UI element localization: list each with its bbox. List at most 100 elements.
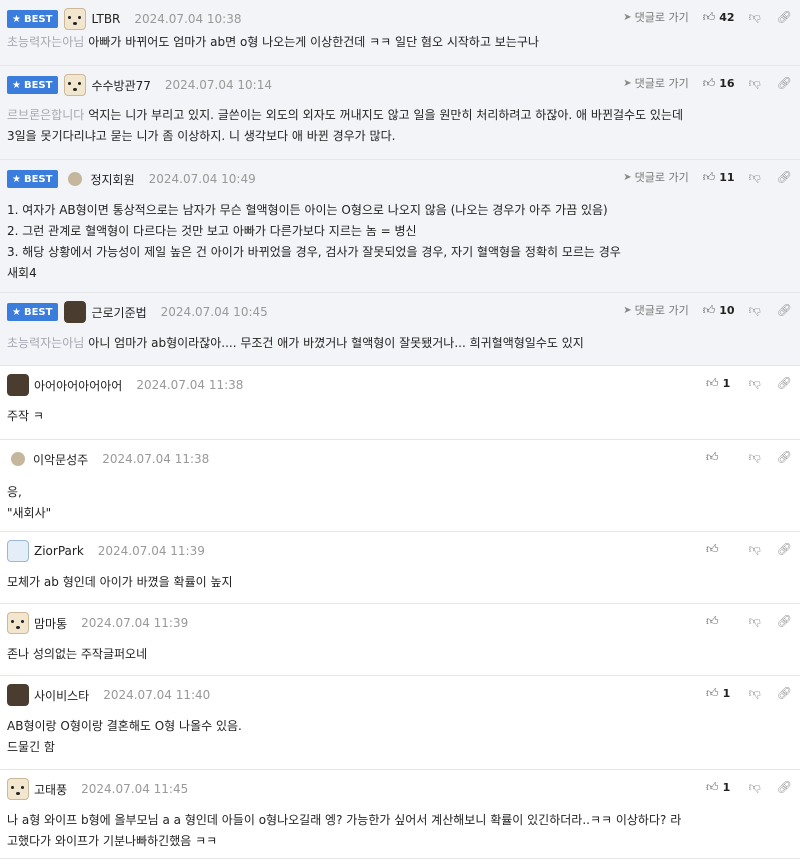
comment-header: 사이비스타 2024.07.04 11:40 bbox=[7, 684, 210, 706]
comment-line: 초능력자는아님 아니 엄마가 ab형이라잖아.... 무조건 애가 바꼈거나 혈액… bbox=[7, 333, 584, 354]
reply-target[interactable]: 르브론은합니다 bbox=[7, 108, 84, 122]
comment-line: 초능력자는아님 아빠가 바뀌어도 엄마가 ab면 o형 나오는게 이상한건데 ㅋㅋ… bbox=[7, 32, 539, 53]
comment-line: AB형이랑 O형이랑 결혼해도 O형 나올수 있음. bbox=[7, 716, 242, 737]
upvote-button[interactable]: 👍︎ 1 bbox=[706, 376, 735, 391]
thumb-down-icon[interactable]: 👎︎ bbox=[749, 450, 761, 465]
comment-item: 아어아어아어아어 2024.07.04 11:38 👍︎ 1 👎︎ 🔗︎ 주작 ㅋ bbox=[0, 366, 800, 440]
comment-line: 3. 해당 상황에서 가능성이 제일 높은 건 아이가 바뀌었을 경우, 검사가… bbox=[7, 242, 621, 263]
comment-line: 응, bbox=[7, 482, 51, 503]
comment-actions: 👍︎ 👎︎ 🔗︎ bbox=[706, 448, 792, 466]
nickname[interactable]: LTBR bbox=[91, 12, 120, 26]
avatar[interactable] bbox=[64, 8, 87, 30]
reply-target[interactable]: 초능력자는아님 bbox=[7, 35, 84, 49]
comment-actions: ➤ 댓글로 가기 👍︎ 11 👎︎ 🔗︎ bbox=[623, 168, 792, 186]
nickname[interactable]: 고태풍 bbox=[34, 781, 67, 798]
thumb-up-icon: 👍︎ bbox=[706, 541, 719, 556]
comment-text: 아니 엄마가 ab형이라잖아.... 무조건 애가 바꼈거나 혈액형이 잘못됐거… bbox=[88, 336, 584, 350]
comment-header: ZiorPark 2024.07.04 11:39 bbox=[7, 540, 205, 562]
comment-list: ★ BEST LTBR 2024.07.04 10:38 ➤ 댓글로 가기 👍︎ 42 👎︎ 🔗︎… bbox=[0, 0, 800, 859]
avatar[interactable] bbox=[11, 452, 25, 466]
arrow-icon: ➤ bbox=[623, 11, 632, 23]
comment-actions: 👍︎ 1 👎︎ 🔗︎ bbox=[706, 778, 792, 796]
comment-actions: ➤ 댓글로 가기 👍︎ 10 👎︎ 🔗︎ bbox=[623, 301, 792, 319]
upvote-count: 1 bbox=[722, 376, 731, 390]
link-icon[interactable]: 🔗︎ bbox=[777, 303, 792, 317]
nickname[interactable]: 수수방관77 bbox=[91, 77, 150, 94]
comment-item: 이악문성주 2024.07.04 11:38 👍︎ 👎︎ 🔗︎ 응, "새회사" bbox=[0, 440, 800, 532]
upvote-button[interactable]: 👍︎ 1 bbox=[706, 686, 735, 701]
best-badge: ★ BEST bbox=[7, 10, 59, 28]
avatar[interactable] bbox=[64, 301, 87, 323]
comment-body: 초능력자는아님 아빠가 바뀌어도 엄마가 ab면 o형 나오는게 이상한건데 ㅋㅋ… bbox=[7, 32, 539, 53]
thumb-down-icon[interactable]: 👎︎ bbox=[749, 170, 761, 185]
link-icon[interactable]: 🔗︎ bbox=[777, 170, 792, 184]
link-icon[interactable]: 🔗︎ bbox=[777, 614, 792, 628]
comment-line: 존나 성의없는 주작글퍼오네 bbox=[7, 644, 147, 665]
upvote-button[interactable]: 👍︎ bbox=[706, 542, 735, 557]
upvote-button[interactable]: 👍︎ 42 bbox=[703, 10, 735, 25]
thumb-down-icon[interactable]: 👎︎ bbox=[749, 376, 761, 391]
goto-reply-link[interactable]: ➤ 댓글로 가기 bbox=[623, 9, 689, 25]
avatar[interactable] bbox=[7, 684, 29, 706]
thumb-up-icon: 👍︎ bbox=[706, 685, 719, 700]
nickname[interactable]: 근로기준법 bbox=[91, 304, 146, 321]
link-icon[interactable]: 🔗︎ bbox=[777, 76, 792, 90]
avatar[interactable] bbox=[7, 778, 29, 800]
avatar[interactable] bbox=[64, 74, 87, 96]
comment-line: 고했다가 와이프가 기분나빠하긴했음 ㅋㅋ bbox=[7, 831, 681, 852]
comment-item: ZiorPark 2024.07.04 11:39 👍︎ 👎︎ 🔗︎ 모체가 ab 형인데… bbox=[0, 532, 800, 604]
comment-actions: ➤ 댓글로 가기 👍︎ 42 👎︎ 🔗︎ bbox=[623, 8, 792, 26]
thumb-down-icon[interactable]: 👎︎ bbox=[749, 780, 761, 795]
upvote-count: 16 bbox=[719, 76, 735, 90]
nickname[interactable]: 정지회원 bbox=[90, 171, 134, 188]
nickname[interactable]: 이악문성주 bbox=[33, 451, 88, 468]
thumb-down-icon[interactable]: 👎︎ bbox=[749, 10, 761, 25]
upvote-button[interactable]: 👍︎ bbox=[706, 450, 735, 465]
goto-reply-label: 댓글로 가기 bbox=[634, 171, 689, 184]
comment-item: 고태풍 2024.07.04 11:45 👍︎ 1 👎︎ 🔗︎ 나 a형 와이프 b형에 올… bbox=[0, 770, 800, 859]
thumb-up-icon: 👍︎ bbox=[702, 169, 716, 184]
upvote-button[interactable]: 👍︎ 11 bbox=[703, 170, 735, 185]
link-icon[interactable]: 🔗︎ bbox=[777, 450, 792, 464]
nickname[interactable]: 아어아어아어아어 bbox=[34, 377, 122, 394]
comment-header: 맘마통 2024.07.04 11:39 bbox=[7, 612, 188, 634]
comment-actions: 👍︎ 👎︎ 🔗︎ bbox=[706, 612, 792, 630]
thumb-down-icon[interactable]: 👎︎ bbox=[749, 542, 761, 557]
comment-date: 2024.07.04 10:49 bbox=[148, 172, 256, 186]
thumb-down-icon[interactable]: 👎︎ bbox=[749, 686, 761, 701]
comment-line: 나 a형 와이프 b형에 올부모님 a a 형인데 아들이 o형나오길래 엥? … bbox=[7, 810, 681, 831]
comment-body: 모체가 ab 형인데 아이가 바꼈을 확률이 높지 bbox=[7, 572, 233, 593]
link-icon[interactable]: 🔗︎ bbox=[777, 780, 792, 794]
best-badge: ★ BEST bbox=[7, 170, 59, 188]
link-icon[interactable]: 🔗︎ bbox=[777, 10, 792, 24]
avatar[interactable] bbox=[68, 172, 83, 186]
link-icon[interactable]: 🔗︎ bbox=[777, 542, 792, 556]
avatar[interactable] bbox=[7, 612, 29, 634]
link-icon[interactable]: 🔗︎ bbox=[777, 376, 792, 390]
comment-body: 1. 여자가 AB형이면 통상적으로는 남자가 무슨 혈액형이든 아이는 O형으… bbox=[7, 200, 621, 284]
nickname[interactable]: 사이비스타 bbox=[34, 687, 89, 704]
upvote-button[interactable]: 👍︎ 1 bbox=[706, 780, 735, 795]
thumb-down-icon[interactable]: 👎︎ bbox=[749, 303, 761, 318]
goto-reply-link[interactable]: ➤ 댓글로 가기 bbox=[623, 169, 689, 185]
comment-body: 주작 ㅋ bbox=[7, 406, 44, 427]
goto-reply-label: 댓글로 가기 bbox=[634, 304, 689, 317]
comment-date: 2024.07.04 11:40 bbox=[103, 688, 211, 702]
avatar[interactable] bbox=[7, 540, 29, 562]
thumb-up-icon: 👍︎ bbox=[706, 449, 719, 464]
goto-reply-link[interactable]: ➤ 댓글로 가기 bbox=[623, 75, 689, 91]
thumb-down-icon[interactable]: 👎︎ bbox=[749, 614, 761, 629]
nickname[interactable]: 맘마통 bbox=[34, 615, 67, 632]
comment-header: ★ BEST 근로기준법 2024.07.04 10:45 bbox=[7, 301, 268, 323]
nickname[interactable]: ZiorPark bbox=[34, 544, 84, 558]
comment-actions: ➤ 댓글로 가기 👍︎ 16 👎︎ 🔗︎ bbox=[623, 74, 792, 92]
upvote-button[interactable]: 👍︎ bbox=[706, 614, 735, 629]
goto-reply-link[interactable]: ➤ 댓글로 가기 bbox=[623, 302, 689, 318]
avatar[interactable] bbox=[7, 374, 29, 396]
upvote-count: 1 bbox=[722, 686, 731, 700]
link-icon[interactable]: 🔗︎ bbox=[777, 686, 792, 700]
upvote-button[interactable]: 👍︎ 16 bbox=[703, 76, 735, 91]
upvote-button[interactable]: 👍︎ 10 bbox=[703, 303, 735, 318]
thumb-down-icon[interactable]: 👎︎ bbox=[749, 76, 761, 91]
reply-target[interactable]: 초능력자는아님 bbox=[7, 336, 84, 350]
